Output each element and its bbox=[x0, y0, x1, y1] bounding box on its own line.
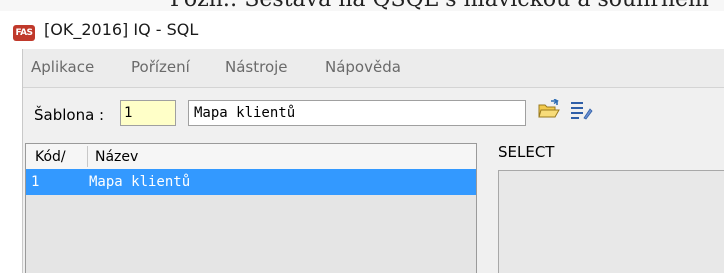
row-name-cell: Mapa klientů bbox=[89, 174, 191, 190]
column-divider[interactable] bbox=[87, 146, 88, 167]
template-label: Šablona : bbox=[34, 106, 105, 124]
template-code-input[interactable]: 1 bbox=[120, 100, 176, 126]
background-document-strip: Pozn.: Sestava na QSQL s hlavičkou a sou… bbox=[0, 0, 724, 11]
window-title: [OK_2016] IQ - SQL bbox=[44, 20, 199, 39]
menu-bar: Aplikace Pořízení Nástroje Nápověda bbox=[23, 49, 724, 88]
sql-editor[interactable] bbox=[498, 170, 724, 273]
table-row[interactable]: 1 Mapa klientů bbox=[26, 169, 476, 195]
background-document-text: Pozn.: Sestava na QSQL s hlavičkou a sou… bbox=[170, 0, 709, 11]
column-header-code[interactable]: Kód/ bbox=[35, 144, 66, 169]
title-bar: FAS [OK_2016] IQ - SQL bbox=[0, 11, 724, 49]
column-header-name[interactable]: Název bbox=[95, 144, 138, 169]
menu-nastroje[interactable]: Nástroje bbox=[225, 58, 288, 76]
menu-aplikace[interactable]: Aplikace bbox=[31, 58, 94, 76]
templates-table[interactable]: Kód/ Název 1 Mapa klientů bbox=[25, 143, 477, 273]
menu-napoveda[interactable]: Nápověda bbox=[325, 58, 401, 76]
application-window: Aplikace Pořízení Nástroje Nápověda Šabl… bbox=[22, 49, 724, 273]
app-logo-icon: FAS bbox=[13, 25, 35, 41]
template-name-input[interactable]: Mapa klientů bbox=[188, 100, 526, 126]
table-header: Kód/ Název bbox=[26, 144, 476, 170]
folder-open-icon[interactable] bbox=[537, 99, 561, 121]
list-edit-icon[interactable] bbox=[569, 99, 593, 121]
row-code-cell: 1 bbox=[31, 174, 40, 190]
sql-select-label: SELECT bbox=[498, 143, 555, 161]
menu-porizeni[interactable]: Pořízení bbox=[131, 58, 190, 76]
